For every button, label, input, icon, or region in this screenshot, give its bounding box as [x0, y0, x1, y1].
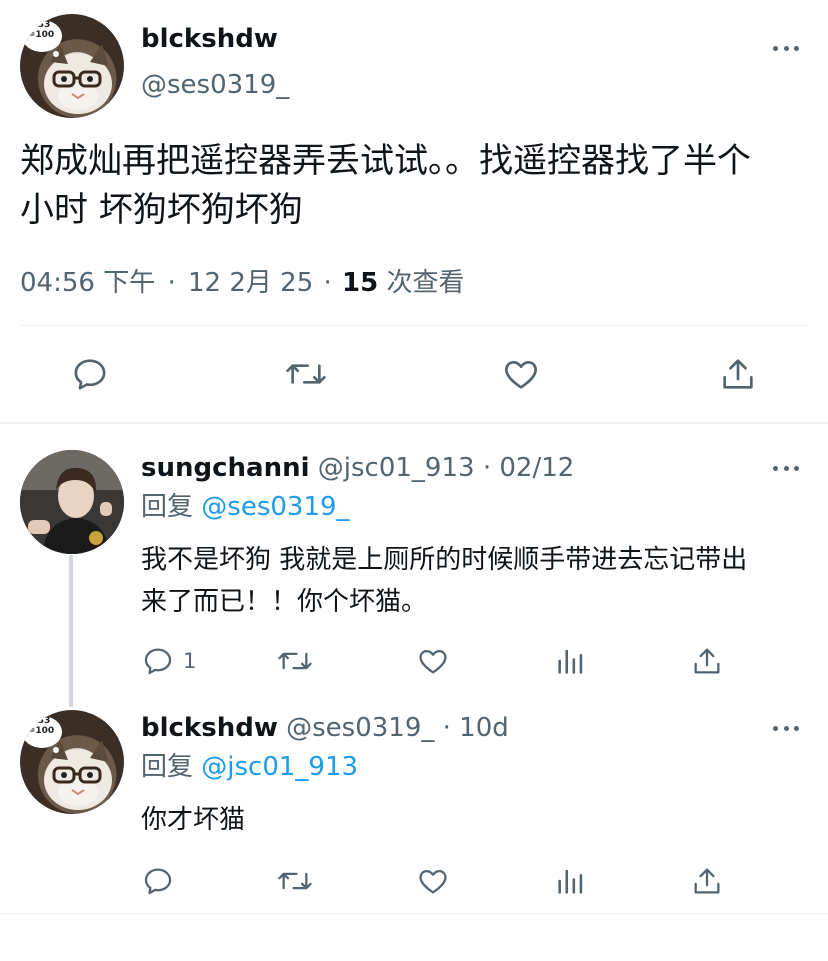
handle[interactable]: @jsc01_913 [318, 453, 475, 483]
display-name[interactable]: blckshdw [141, 22, 278, 56]
reply-button[interactable]: 1 [141, 644, 196, 678]
reply-button[interactable] [141, 864, 175, 898]
more-options-icon[interactable] [773, 38, 799, 58]
share-button[interactable] [718, 354, 758, 394]
separator-dot: · [167, 268, 176, 298]
avatar-badge: 133 =100 [27, 20, 55, 40]
separator-dot: · [323, 268, 332, 298]
retweet-icon [286, 364, 326, 384]
separator-dot: · [442, 713, 451, 743]
display-name[interactable]: blckshdw [141, 713, 278, 743]
like-button[interactable] [416, 644, 450, 678]
reply-icon [144, 648, 172, 675]
analytics-button[interactable] [554, 864, 588, 898]
share-icon [694, 648, 720, 674]
like-button[interactable] [501, 354, 541, 394]
analytics-icon [558, 869, 583, 894]
replying-to: 回复 @jsc01_913 [141, 750, 358, 784]
mention-link[interactable]: @ses0319_ [201, 492, 349, 522]
reply-text-line1: 我不是坏狗 我就是上厕所的时候顺手带进去忘记带出 [141, 545, 748, 575]
share-icon [723, 359, 753, 389]
reply-count: 1 [183, 649, 197, 673]
share-icon [694, 868, 720, 894]
thread-line [69, 555, 73, 707]
display-name[interactable]: sungchanni [141, 453, 310, 483]
section-divider [0, 422, 828, 424]
divider [20, 325, 808, 326]
analytics-icon [558, 649, 583, 674]
retweet-icon [278, 872, 312, 890]
more-options-icon[interactable] [773, 718, 799, 738]
avatar[interactable] [20, 450, 124, 554]
avatar-badge: 133 =100 [27, 716, 55, 736]
reply-header: blckshdw @ses0319_ · 10d [141, 711, 509, 745]
replying-to: 回复 @ses0319_ [141, 490, 350, 524]
bottom-divider [0, 913, 828, 914]
tweet-meta: 04:56 下午 · 12 2月 25 · 15 次查看 [20, 266, 465, 300]
reply-button[interactable] [70, 354, 110, 394]
share-button[interactable] [690, 644, 724, 678]
reply-icon [74, 359, 106, 390]
analytics-button[interactable] [554, 644, 588, 678]
heart-icon [505, 361, 537, 389]
retweet-button[interactable] [276, 864, 314, 898]
like-button[interactable] [416, 864, 450, 898]
heart-icon [419, 649, 447, 674]
avatar[interactable]: 133 =100 [20, 14, 124, 118]
retweet-button[interactable] [284, 354, 328, 394]
reply-header: sungchanni @jsc01_913 · 02/12 [141, 451, 574, 485]
heart-icon [419, 869, 447, 894]
replying-to-label: 回复 [141, 752, 194, 782]
tweet-time[interactable]: 04:56 下午 [20, 268, 155, 298]
tweet-date[interactable]: 12 2月 25 [188, 268, 313, 298]
avatar[interactable]: 133 =100 [20, 710, 124, 814]
share-button[interactable] [690, 864, 724, 898]
reply-date[interactable]: 02/12 [499, 453, 574, 483]
views-label: 次查看 [386, 268, 465, 298]
reply-text-line2: 来了而已！！你个坏猫。 [141, 587, 428, 617]
reply-text: 你才坏猫 [141, 805, 246, 835]
more-options-icon[interactable] [773, 458, 799, 478]
tweet-text-line1: 郑成灿再把遥控器弄丢试试。。找遥控器找了半个 [20, 141, 751, 181]
reply-icon [144, 868, 172, 895]
retweet-icon [278, 652, 312, 670]
person-avatar-icon [20, 450, 124, 554]
separator-dot: · [482, 453, 492, 483]
tweet-text-line2: 小时 坏狗坏狗坏狗 [20, 190, 303, 230]
views-count: 15 [342, 268, 379, 298]
handle[interactable]: @ses0319_ [286, 713, 434, 743]
retweet-button[interactable] [276, 644, 314, 678]
replying-to-label: 回复 [141, 492, 194, 522]
handle[interactable]: @ses0319_ [141, 68, 289, 102]
mention-link[interactable]: @jsc01_913 [201, 752, 358, 782]
reply-date[interactable]: 10d [459, 713, 509, 743]
